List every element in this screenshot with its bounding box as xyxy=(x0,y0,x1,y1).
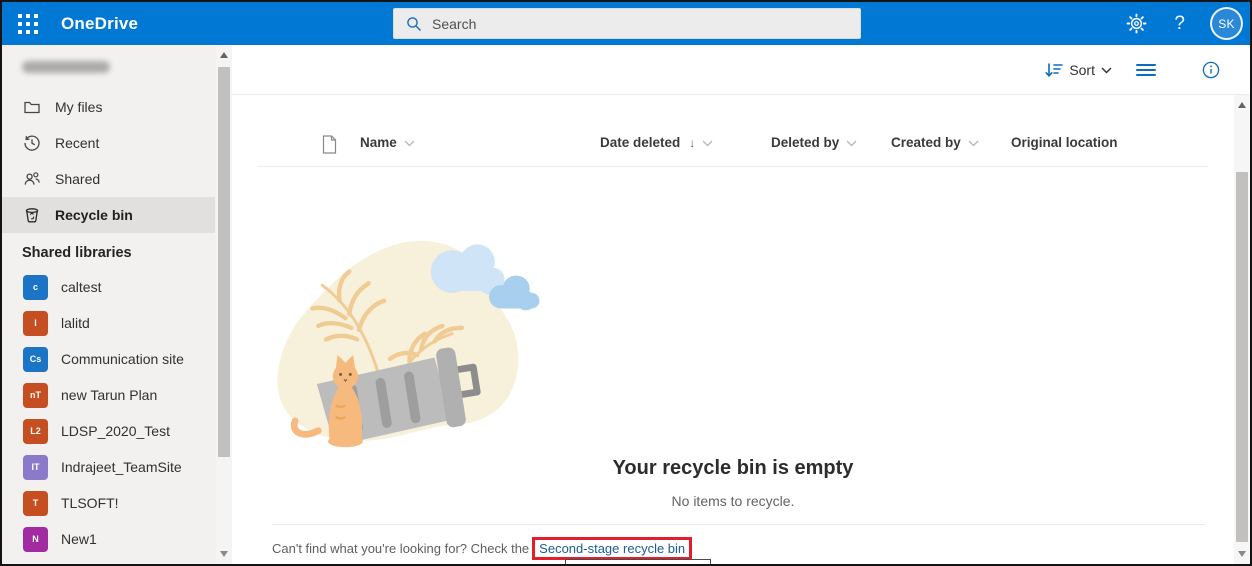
user-name-redacted xyxy=(22,61,110,73)
empty-state: Your recycle bin is empty No items to re… xyxy=(232,225,1234,509)
site-logo: nT xyxy=(23,382,48,408)
scroll-down-icon[interactable] xyxy=(220,551,228,557)
document-type-column[interactable] xyxy=(322,135,337,154)
list-header-row: Name Date deleted ↓ Deleted by Created b… xyxy=(232,95,1234,167)
annotation-red-box: Second-stage recycle bin xyxy=(532,537,693,560)
sort-button[interactable]: Sort xyxy=(1045,62,1112,78)
chevron-down-icon xyxy=(968,140,979,147)
library-label: lalitd xyxy=(61,315,90,331)
sidebar: My files Recent Shared Recycle bin Share… xyxy=(2,45,232,564)
top-app-bar: OneDrive Search ? SK xyxy=(2,2,1250,45)
site-logo: l xyxy=(23,310,48,336)
scroll-up-icon[interactable] xyxy=(220,52,228,58)
second-stage-button-partial[interactable] xyxy=(565,559,711,564)
footer-hint: Can't find what you're looking for? Chec… xyxy=(272,537,693,560)
main-content: Sort Name Date deleted ↓ Deleted by Crea… xyxy=(232,45,1250,564)
header-divider xyxy=(257,166,1208,167)
site-logo: L2 xyxy=(23,418,48,444)
recycle-bin-icon xyxy=(23,206,41,224)
empty-recycle-bin-illustration xyxy=(277,240,540,448)
column-header-name[interactable]: Name xyxy=(360,135,415,150)
library-label: new Tarun Plan xyxy=(61,387,158,403)
sidebar-item-label: My files xyxy=(55,99,103,115)
topbar-actions: ? SK xyxy=(1126,2,1250,45)
search-box[interactable] xyxy=(393,8,861,39)
footer-divider xyxy=(272,524,1205,525)
site-logo: Cs xyxy=(23,346,48,372)
list-view-icon xyxy=(1136,63,1156,76)
settings-button[interactable] xyxy=(1126,13,1147,34)
document-icon xyxy=(322,135,337,154)
shared-libraries-list: c caltest l lalitd Cs Communication site… xyxy=(2,269,232,557)
column-header-date-deleted[interactable]: Date deleted ↓ xyxy=(600,135,713,150)
scrollbar-thumb[interactable] xyxy=(1236,172,1248,542)
empty-state-subtitle: No items to recycle. xyxy=(671,493,795,509)
chevron-down-icon xyxy=(404,140,415,147)
sidebar-item-label: Recycle bin xyxy=(55,207,133,223)
site-logo: c xyxy=(23,274,48,300)
site-logo: T xyxy=(23,490,48,516)
sidebar-item-recycle-bin[interactable]: Recycle bin xyxy=(2,197,215,233)
sidebar-nav: My files Recent Shared Recycle bin xyxy=(2,89,232,233)
command-bar: Sort xyxy=(232,45,1250,95)
site-logo: IT xyxy=(23,454,48,480)
library-item-new-tarun-plan[interactable]: nT new Tarun Plan xyxy=(2,377,215,413)
footer-message: Can't find what you're looking for? Chec… xyxy=(272,541,530,556)
onedrive-window: OneDrive Search ? SK My files Recent Sha… xyxy=(0,0,1252,566)
waffle-icon xyxy=(18,13,38,34)
chevron-down-icon xyxy=(846,140,857,147)
empty-state-title: Your recycle bin is empty xyxy=(612,457,854,479)
column-header-created-by[interactable]: Created by xyxy=(891,135,979,150)
search-icon xyxy=(407,16,421,31)
column-header-deleted-by[interactable]: Deleted by xyxy=(771,135,857,150)
sidebar-item-recent[interactable]: Recent xyxy=(2,125,215,161)
library-item-tlsoft[interactable]: T TLSOFT! xyxy=(2,485,215,521)
main-scrollbar[interactable] xyxy=(1234,95,1250,564)
search-input[interactable] xyxy=(432,15,832,32)
library-label: caltest xyxy=(61,279,102,295)
sidebar-item-label: Shared xyxy=(55,171,101,187)
app-launcher-icon[interactable] xyxy=(15,11,41,37)
scroll-down-icon[interactable] xyxy=(1238,551,1246,557)
sidebar-item-label: Recent xyxy=(55,135,100,151)
info-icon xyxy=(1202,61,1220,78)
column-header-original-location[interactable]: Original location xyxy=(1011,135,1118,150)
view-options-button[interactable] xyxy=(1136,63,1156,77)
scrollbar-thumb[interactable] xyxy=(218,67,230,457)
info-button[interactable] xyxy=(1202,61,1220,79)
recent-icon xyxy=(23,134,41,152)
sorted-descending-icon: ↓ xyxy=(689,135,696,150)
library-item-new1[interactable]: N New1 xyxy=(2,521,215,557)
sidebar-item-shared[interactable]: Shared xyxy=(2,161,215,197)
sort-label: Sort xyxy=(1069,61,1095,78)
library-item-ldsp-2020-test[interactable]: L2 LDSP_2020_Test xyxy=(2,413,215,449)
help-button[interactable]: ? xyxy=(1174,13,1185,35)
sidebar-item-my-files[interactable]: My files xyxy=(2,89,215,125)
library-item-caltest[interactable]: c caltest xyxy=(2,269,215,305)
account-avatar[interactable]: SK xyxy=(1210,7,1243,40)
library-item-indrajeet-teamsite[interactable]: IT Indrajeet_TeamSite xyxy=(2,449,215,485)
site-logo: N xyxy=(23,526,48,552)
second-stage-recycle-bin-link[interactable]: Second-stage recycle bin xyxy=(539,541,685,556)
library-label: TLSOFT! xyxy=(61,495,119,511)
library-label: New1 xyxy=(61,531,97,547)
library-label: LDSP_2020_Test xyxy=(61,423,170,439)
shared-people-icon xyxy=(23,170,41,188)
gear-icon xyxy=(1126,13,1147,34)
library-item-lalitd[interactable]: l lalitd xyxy=(2,305,215,341)
library-item-communication-site[interactable]: Cs Communication site xyxy=(2,341,215,377)
sort-icon xyxy=(1045,62,1064,77)
library-label: Indrajeet_TeamSite xyxy=(61,459,182,475)
app-title: OneDrive xyxy=(61,13,139,33)
scroll-up-icon[interactable] xyxy=(1238,102,1246,108)
library-label: Communication site xyxy=(61,351,184,367)
chevron-down-icon xyxy=(1101,67,1112,74)
shared-libraries-heading: Shared libraries xyxy=(22,245,132,261)
chevron-down-icon xyxy=(702,140,713,147)
folder-icon xyxy=(23,98,41,116)
sidebar-scrollbar[interactable] xyxy=(216,45,232,564)
